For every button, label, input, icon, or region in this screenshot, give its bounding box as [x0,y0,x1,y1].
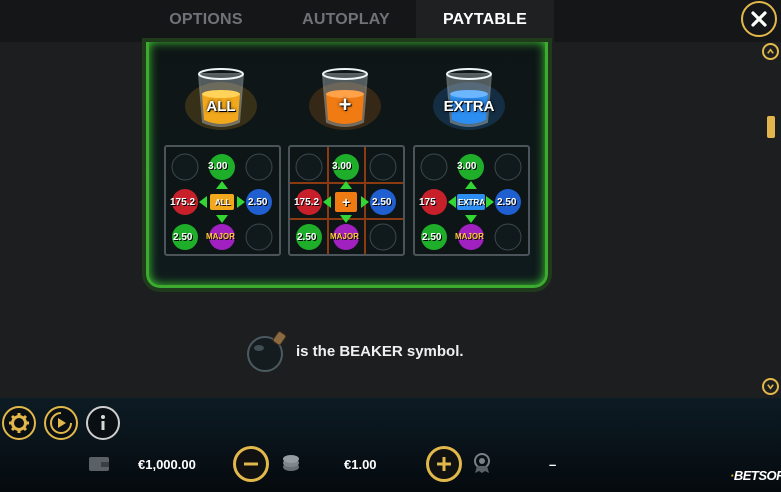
increase-bet-button[interactable] [426,446,462,482]
center-tag: + [342,194,351,210]
cell-value-bottom-left: 2.50 [173,232,193,243]
cell-value-left: 175.2 [294,197,320,208]
beaker-label: ALL [206,98,236,115]
info-button[interactable] [86,406,120,440]
beaker-extra-symbol: EXTRA [431,62,507,132]
chevron-down-icon [767,384,774,390]
balance-value: €1,000.00 [138,457,196,472]
cell-value-right: 2.50 [372,197,392,208]
tab-autoplay[interactable]: AUTOPLAY [277,0,415,42]
minus-icon [244,462,258,466]
close-icon [751,11,767,27]
beaker-symbol-description: is the BEAKER symbol. [296,343,464,360]
wallet-icon [89,457,109,471]
beaker-label: + [338,92,352,117]
paytable-panel: ALL + EXTRA 3.00 175.2 2.50 2.50 ALL MAJ… [146,42,548,288]
beaker-icon [433,68,505,130]
example-grid-plus: 3.00 175.2 2.50 2.50 + MAJOR [288,145,405,256]
example-grid-extra: 3.00 175 2.50 2.50 EXTRA MAJOR [413,145,530,256]
info-icon [101,415,105,430]
cell-value-left: 175.2 [170,197,196,208]
autoplay-icon [50,412,72,434]
close-button[interactable] [741,1,777,37]
beaker-symbol-icon [247,331,287,372]
tab-paytable[interactable]: PAYTABLE [416,0,554,42]
beaker-all-symbol: ALL [183,62,259,132]
jackpot-tag: MAJOR [206,232,235,241]
jackpot-tag: MAJOR [455,232,484,241]
beaker-plus-symbol: + [307,62,383,132]
gear-icon [9,413,29,433]
plus-icon [437,457,451,471]
award-icon [474,453,490,473]
bottom-control-bar [0,398,781,492]
beaker-icon [185,68,257,130]
scroll-down-button[interactable] [762,378,779,395]
scroll-up-button[interactable] [762,43,779,60]
decrease-bet-button[interactable] [233,446,269,482]
autoplay-button[interactable] [44,406,78,440]
bet-value: €1.00 [344,457,377,472]
cell-value-left: 175 [419,197,436,208]
cell-value-bottom-left: 2.50 [422,232,442,243]
cell-value-bottom-left: 2.50 [297,232,317,243]
betsoft-logo: ·BETSOFT [730,468,781,483]
chevron-up-icon [767,48,774,54]
scrollbar-thumb[interactable] [767,116,775,138]
tab-bar: OPTIONS AUTOPLAY PAYTABLE [0,0,781,42]
center-tag: ALL [215,198,231,207]
example-grid-all: 3.00 175.2 2.50 2.50 ALL MAJOR [164,145,281,256]
cell-value-right: 2.50 [497,197,517,208]
beaker-label: EXTRA [443,98,495,115]
win-value: – [549,457,557,472]
cell-value-top: 3.00 [332,161,352,172]
cell-value-top: 3.00 [457,161,477,172]
center-tag: EXTRA [458,198,486,207]
cell-value-right: 2.50 [248,197,268,208]
coins-icon [283,455,299,471]
tab-options[interactable]: OPTIONS [137,0,275,42]
settings-button[interactable] [2,406,36,440]
cell-value-top: 3.00 [208,161,228,172]
jackpot-tag: MAJOR [330,232,359,241]
